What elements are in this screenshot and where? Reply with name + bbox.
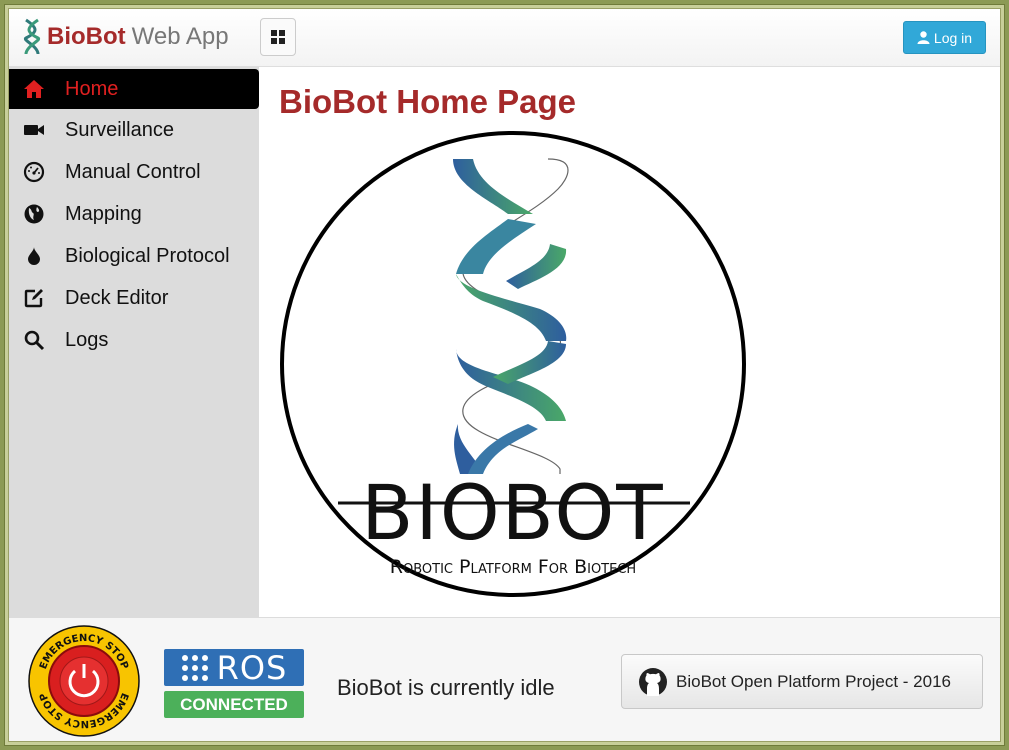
main-content: BioBot Home Page BIOBOT Robotic Platform… bbox=[259, 67, 1000, 617]
logo-tagline: Robotic Platform For Biotech bbox=[390, 556, 636, 578]
sidebar-item-mapping[interactable]: Mapping bbox=[9, 193, 259, 235]
search-icon bbox=[23, 329, 45, 351]
brand-subtitle: Web App bbox=[131, 23, 229, 50]
video-camera-icon bbox=[23, 119, 45, 141]
login-label: Log in bbox=[933, 29, 973, 46]
sidebar-item-label: Manual Control bbox=[65, 160, 201, 183]
ros-label: ROS bbox=[216, 648, 288, 687]
page-title: BioBot Home Page bbox=[279, 83, 577, 120]
footer: EMERGENCY STOP EMERGENCY STOP ROS CONNEC… bbox=[9, 617, 1000, 741]
sidebar-item-label: Biological Protocol bbox=[65, 244, 230, 267]
login-button[interactable]: Log in bbox=[903, 21, 986, 54]
top-navbar: BioBot Web App Log in bbox=[9, 9, 1000, 67]
globe-icon bbox=[23, 203, 45, 225]
dashboard-icon bbox=[23, 161, 45, 183]
sidebar-item-label: Deck Editor bbox=[65, 286, 169, 309]
sidebar-item-label: Surveillance bbox=[65, 118, 174, 141]
grid-icon bbox=[271, 30, 285, 44]
dna-logo-icon bbox=[23, 18, 41, 55]
user-icon bbox=[917, 31, 930, 44]
emergency-stop-button[interactable]: EMERGENCY STOP EMERGENCY STOP bbox=[27, 624, 141, 738]
sidebar-item-biological-protocol[interactable]: Biological Protocol bbox=[9, 235, 259, 277]
github-icon bbox=[639, 667, 667, 696]
sidebar-item-label: Mapping bbox=[65, 202, 142, 225]
biobot-logo: BIOBOT Robotic Platform For Biotech bbox=[278, 129, 748, 599]
app-window: BioBot Web App Log in Home Surveillance … bbox=[8, 8, 1001, 742]
sidebar-item-surveillance[interactable]: Surveillance bbox=[9, 109, 259, 151]
sidebar-item-manual-control[interactable]: Manual Control bbox=[9, 151, 259, 193]
sidebar: Home Surveillance Manual Control Mapping… bbox=[9, 67, 259, 617]
ros-connection-badge: CONNECTED bbox=[164, 691, 304, 718]
brand-name: BioBot bbox=[47, 23, 126, 50]
home-icon bbox=[23, 78, 45, 100]
logo-wordmark: BIOBOT bbox=[361, 468, 664, 557]
brand-link[interactable]: BioBot Web App bbox=[23, 17, 229, 57]
drop-icon bbox=[23, 245, 45, 267]
sidebar-item-deck-editor[interactable]: Deck Editor bbox=[9, 277, 259, 319]
robot-status-text: BioBot is currently idle bbox=[337, 675, 555, 700]
ros-logo: ROS bbox=[164, 648, 304, 687]
sidebar-item-home[interactable]: Home bbox=[9, 69, 259, 109]
apps-grid-button[interactable] bbox=[260, 18, 296, 56]
github-project-button[interactable]: BioBot Open Platform Project - 2016 bbox=[621, 654, 983, 709]
ros-dots-icon bbox=[181, 654, 208, 681]
sidebar-item-logs[interactable]: Logs bbox=[9, 319, 259, 361]
edit-icon bbox=[23, 287, 45, 309]
sidebar-item-label: Logs bbox=[65, 328, 109, 351]
github-label: BioBot Open Platform Project - 2016 bbox=[676, 671, 951, 691]
sidebar-item-label: Home bbox=[65, 77, 119, 100]
